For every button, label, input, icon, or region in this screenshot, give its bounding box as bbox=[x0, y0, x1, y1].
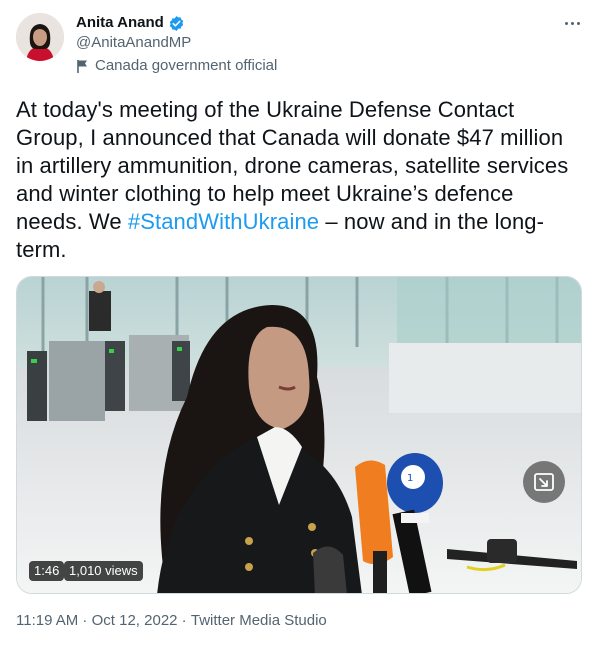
more-options-icon[interactable] bbox=[558, 12, 586, 34]
tweet-date[interactable]: Oct 12, 2022 bbox=[92, 611, 178, 631]
verified-badge-icon bbox=[168, 15, 185, 32]
video-player[interactable]: 1 1:46 1,010 views bbox=[16, 276, 582, 594]
tweet-time[interactable]: 11:19 AM bbox=[16, 611, 78, 631]
author-handle[interactable]: @AnitaAnandMP bbox=[76, 33, 191, 53]
flag-icon bbox=[76, 59, 89, 74]
meta-separator: · bbox=[78, 612, 92, 629]
meta-separator: · bbox=[177, 612, 191, 629]
video-views-badge: 1,010 views bbox=[64, 561, 143, 581]
video-thumbnail: 1 bbox=[17, 277, 581, 593]
government-label[interactable]: Canada government official bbox=[76, 56, 277, 76]
author-name[interactable]: Anita Anand bbox=[76, 13, 164, 33]
svg-text:1: 1 bbox=[407, 473, 413, 484]
tweet-source[interactable]: Twitter Media Studio bbox=[191, 611, 327, 631]
tweet-metadata: 11:19 AM · Oct 12, 2022 · Twitter Media … bbox=[16, 611, 327, 631]
video-duration-badge: 1:46 bbox=[29, 561, 65, 581]
hashtag-link[interactable]: #StandWithUkraine bbox=[128, 209, 319, 234]
expand-video-icon[interactable] bbox=[523, 461, 565, 503]
avatar[interactable] bbox=[16, 13, 64, 61]
tweet-card: Anita Anand @AnitaAnandMP Canada governm… bbox=[0, 0, 598, 645]
government-label-text: Canada government official bbox=[95, 57, 278, 74]
tweet-text: At today's meeting of the Ukraine Defens… bbox=[16, 96, 586, 264]
